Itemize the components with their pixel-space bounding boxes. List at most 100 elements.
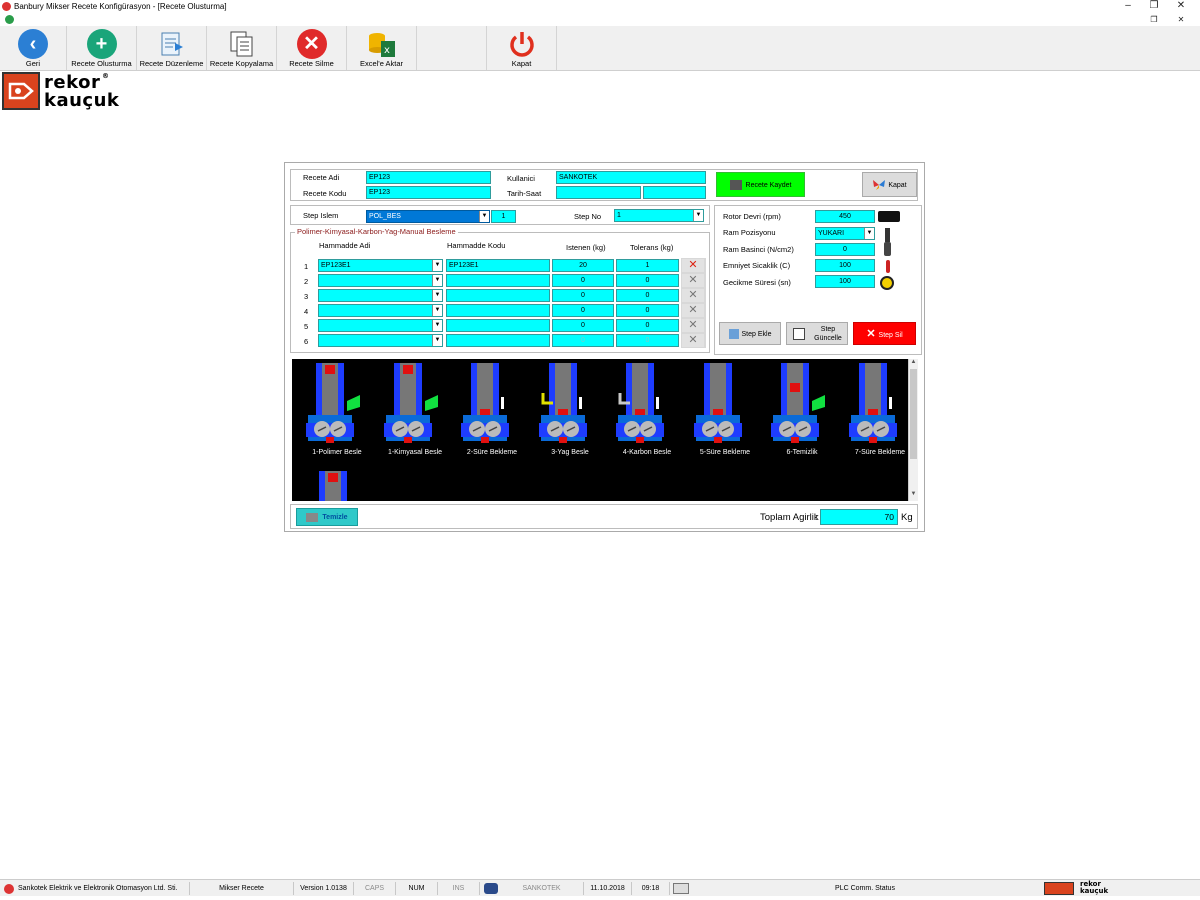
- tolerance-kg-field[interactable]: 0: [616, 319, 679, 332]
- delete-step-button[interactable]: ✕ Step Sil: [853, 322, 916, 345]
- material-name-select[interactable]: ▼: [318, 304, 443, 317]
- company-icon: [4, 884, 14, 894]
- mixer-stage[interactable]: 2-Süre Bekleme: [457, 363, 527, 463]
- mixer-stage-icon: [302, 363, 372, 449]
- chevron-down-icon[interactable]: ▼: [432, 275, 442, 286]
- network-error-icon: [673, 883, 689, 894]
- ram-pressure-field[interactable]: 0: [815, 243, 875, 256]
- mixer-stage[interactable]: 3-Yag Besle: [535, 363, 605, 463]
- chevron-down-icon[interactable]: ▼: [432, 320, 442, 331]
- material-code-field[interactable]: [446, 334, 550, 347]
- create-recipe-button[interactable]: + Recete Olusturma: [67, 26, 137, 70]
- material-code-field[interactable]: [446, 274, 550, 287]
- mixer-stage[interactable]: 1-Kimyasal Besle: [380, 363, 450, 463]
- process-stage-canvas: 1-Polimer Besle 1-Kimyasal Besle 2-Süre …: [292, 359, 908, 501]
- delete-recipe-button[interactable]: ✕ Recete Silme: [277, 26, 347, 70]
- mixer-stage[interactable]: 6-Temizlik: [767, 363, 837, 463]
- update-step-button[interactable]: Step Güncelle: [786, 322, 848, 345]
- chevron-down-icon[interactable]: ▼: [479, 211, 489, 222]
- chevron-down-icon[interactable]: ▼: [432, 335, 442, 346]
- logo-emblem-icon: [2, 72, 40, 110]
- close-app-button[interactable]: Kapat: [487, 26, 557, 70]
- motor-icon: [878, 211, 900, 222]
- mixer-stage[interactable]: 1-Polimer Besle: [302, 363, 372, 463]
- add-step-button[interactable]: Step Ekle: [719, 322, 781, 345]
- mdi-child-icon: [5, 15, 14, 24]
- chevron-down-icon[interactable]: ▼: [432, 305, 442, 316]
- chevron-down-icon[interactable]: ▼: [693, 210, 703, 221]
- step-no-select[interactable]: 1 ▼: [614, 209, 704, 222]
- delete-row-icon[interactable]: ✕: [682, 334, 704, 347]
- tolerance-kg-field[interactable]: 0: [616, 289, 679, 302]
- delete-row-icon[interactable]: ✕: [682, 304, 704, 317]
- delete-row-icon[interactable]: ✕: [682, 259, 704, 272]
- edit-recipe-button[interactable]: Recete Düzenleme: [137, 26, 207, 70]
- time-field[interactable]: [643, 186, 706, 199]
- scrollbar-thumb[interactable]: [910, 369, 917, 459]
- safety-temperature-field[interactable]: 100: [815, 259, 875, 272]
- tolerance-kg-field[interactable]: 1: [616, 259, 679, 272]
- delete-row-icon[interactable]: ✕: [682, 319, 704, 332]
- copy-recipe-button[interactable]: Recete Kopyalama: [207, 26, 277, 70]
- excel-export-button[interactable]: x Excel'e Aktar: [347, 26, 417, 70]
- delete-row-icon[interactable]: ✕: [682, 289, 704, 302]
- mixer-stage[interactable]: 5-Süre Bekleme: [690, 363, 760, 463]
- ram-piston-icon: [885, 228, 890, 242]
- material-code-field[interactable]: [446, 304, 550, 317]
- materials-group-title: Polimer-Kimyasal-Karbon-Yag-Manual Besle…: [295, 227, 458, 236]
- date-field[interactable]: [556, 186, 641, 199]
- restore-button[interactable]: ❐: [1143, 0, 1165, 13]
- ram-position-select[interactable]: YUKARI ▼: [815, 227, 875, 240]
- material-name-select[interactable]: ▼: [318, 289, 443, 302]
- recipe-code-field[interactable]: EP123: [366, 186, 491, 199]
- step-operation-select[interactable]: POL_BES ▼: [366, 210, 490, 223]
- chevron-down-icon[interactable]: ▼: [864, 228, 874, 239]
- tolerance-kg-field[interactable]: 0: [616, 304, 679, 317]
- close-recipe-button[interactable]: Kapat: [862, 172, 917, 197]
- total-weight-label: Toplam Agirlik: [760, 512, 819, 523]
- scroll-up-icon[interactable]: ▲: [909, 359, 918, 368]
- material-code-field[interactable]: [446, 289, 550, 302]
- requested-kg-field[interactable]: 0: [552, 319, 614, 332]
- material-name-select[interactable]: ▼: [318, 274, 443, 287]
- save-recipe-button[interactable]: Recete Kaydet: [716, 172, 805, 197]
- material-name-select[interactable]: ▼: [318, 319, 443, 332]
- material-name-select[interactable]: EP123E1 ▼: [318, 259, 443, 272]
- mixer-stage-icon: [690, 363, 760, 449]
- user-field[interactable]: SANKOTEK: [556, 171, 706, 184]
- requested-kg-field[interactable]: 20: [552, 259, 614, 272]
- row-number: 3: [304, 292, 309, 301]
- back-button[interactable]: ‹ Geri: [0, 26, 67, 70]
- row-number: 4: [304, 307, 309, 316]
- title-bar: Banbury Mikser Recete Konfigürasyon - [R…: [0, 0, 1200, 14]
- tolerance-kg-field[interactable]: 0: [616, 334, 679, 347]
- copy-document-icon: [230, 31, 252, 57]
- mixer-stage[interactable]: 7-Süre Bekleme: [845, 363, 915, 463]
- material-name-select[interactable]: ▼: [318, 334, 443, 347]
- status-logo: rekor kauçuk: [1080, 880, 1109, 895]
- rotor-speed-field[interactable]: 450: [815, 210, 875, 223]
- material-code-field[interactable]: EP123E1: [446, 259, 550, 272]
- chevron-down-icon[interactable]: ▼: [432, 290, 442, 301]
- requested-kg-field[interactable]: 0: [552, 274, 614, 287]
- edit-document-icon: [161, 32, 183, 56]
- canvas-scrollbar[interactable]: ▲ ▼: [908, 359, 918, 501]
- minimize-button[interactable]: –: [1117, 0, 1139, 13]
- recipe-name-field[interactable]: EP123: [366, 171, 491, 184]
- requested-kg-field[interactable]: 0: [552, 289, 614, 302]
- scroll-down-icon[interactable]: ▼: [909, 491, 918, 500]
- tolerance-kg-field[interactable]: 0: [616, 274, 679, 287]
- step-operation-number[interactable]: 1: [491, 210, 516, 223]
- delete-row-icon[interactable]: ✕: [682, 274, 704, 287]
- requested-kg-field[interactable]: 0: [552, 334, 614, 347]
- material-code-field[interactable]: [446, 319, 550, 332]
- close-window-button[interactable]: ✕: [1170, 0, 1192, 13]
- mixer-stage[interactable]: 4-Karbon Besle: [612, 363, 682, 463]
- delay-time-field[interactable]: 100: [815, 275, 875, 288]
- window-title: Banbury Mikser Recete Konfigürasyon - [R…: [14, 2, 227, 11]
- requested-kg-field[interactable]: 0: [552, 304, 614, 317]
- clear-button[interactable]: Temizle: [296, 508, 358, 526]
- mixer-stage-icon: [845, 363, 915, 449]
- chevron-down-icon[interactable]: ▼: [432, 260, 442, 271]
- mdi-bar: ❐ ✕: [0, 14, 1200, 26]
